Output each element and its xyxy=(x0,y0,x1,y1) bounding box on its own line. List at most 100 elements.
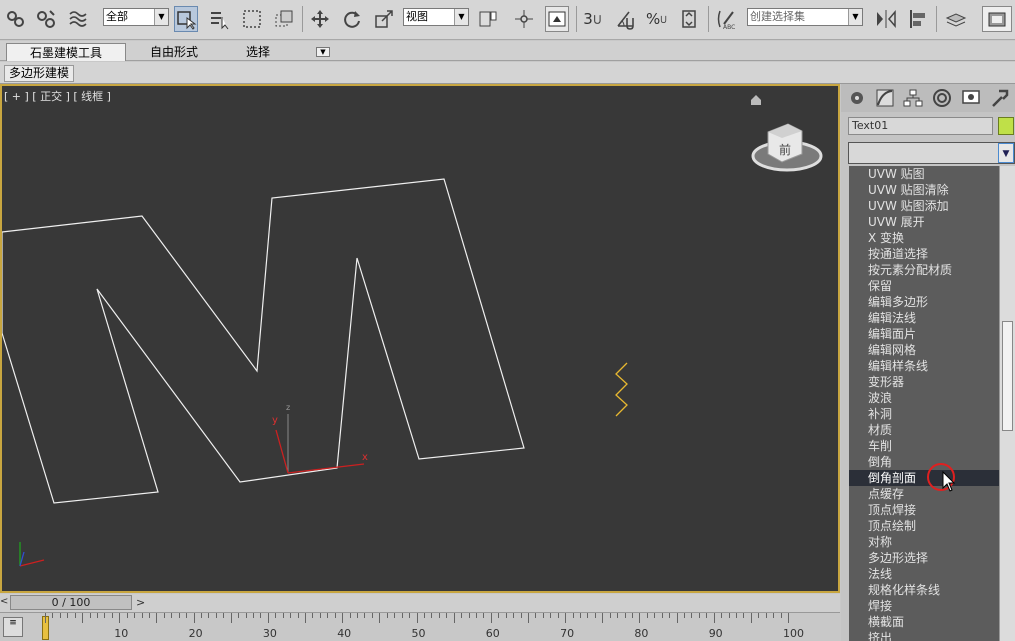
tab-selection[interactable]: 选择 xyxy=(232,43,284,61)
modifier-list-item[interactable]: 材质 xyxy=(849,422,999,438)
modifier-list-item[interactable]: 点缓存 xyxy=(849,486,999,502)
modifier-list: UVW 贴图 UVW 贴图清除 UVW 贴图添加 UVW 展开 X 变换 按通道选择 按元素… xyxy=(849,166,999,641)
rotate-icon[interactable] xyxy=(340,6,364,32)
track-tick xyxy=(483,613,485,618)
track-bar[interactable]: ≡ 10 20 30 40 50 60 70 80 90 100 xyxy=(0,612,840,641)
utilities-tab-icon[interactable] xyxy=(989,87,1011,109)
modifier-list-item[interactable]: UVW 贴图添加 xyxy=(849,198,999,214)
object-color-swatch[interactable] xyxy=(998,117,1014,135)
modifier-list-item[interactable]: 多边形选择 xyxy=(849,550,999,566)
mirror-icon[interactable] xyxy=(874,6,898,32)
modifier-list-item[interactable]: 法线 xyxy=(849,566,999,582)
angle-snap-icon[interactable] xyxy=(614,6,638,32)
modifier-list-item[interactable]: 变形器 xyxy=(849,374,999,390)
rect-selection-region-icon[interactable] xyxy=(240,6,264,32)
bind-spacewarp-icon[interactable] xyxy=(66,6,90,32)
named-selection-dropdown[interactable]: 创建选择集 ▼ xyxy=(747,8,863,26)
gizmo-z-label: z xyxy=(286,403,290,412)
scrollbar-thumb[interactable] xyxy=(1002,321,1013,431)
chevron-down-icon: ▼ xyxy=(154,9,168,25)
track-tick xyxy=(342,613,344,623)
select-by-name-icon[interactable] xyxy=(208,6,232,32)
align-icon[interactable] xyxy=(906,6,930,32)
window-crossing-icon[interactable] xyxy=(272,6,296,32)
object-name-field[interactable]: Text01 xyxy=(848,117,993,135)
mini-curve-editor-icon[interactable]: ≡ xyxy=(3,617,23,637)
modifier-list-item[interactable]: 编辑网格 xyxy=(849,342,999,358)
move-icon[interactable] xyxy=(308,6,332,32)
track-tick xyxy=(431,613,433,618)
modifier-list-item[interactable]: 补洞 xyxy=(849,406,999,422)
front-viewport[interactable]: [ + ] [ 正交 ] [ 线框 ] x y z 前 xyxy=(0,84,840,593)
track-tick xyxy=(587,613,589,618)
modifier-list-item[interactable]: 倒角 xyxy=(849,454,999,470)
modifier-list-item[interactable]: 编辑多边形 xyxy=(849,294,999,310)
display-tab-icon[interactable] xyxy=(960,87,982,109)
prev-frame-button[interactable]: < xyxy=(0,596,8,607)
ribbon-expand-button[interactable]: ▼ xyxy=(316,47,330,57)
select-manipulate-icon[interactable] xyxy=(512,6,536,32)
modifier-list-item[interactable]: 编辑样条线 xyxy=(849,358,999,374)
polygon-modeling-panel[interactable]: 多边形建模 xyxy=(4,65,75,82)
modifier-list-item[interactable]: UVW 贴图 xyxy=(849,166,999,182)
keyboard-shortcut-override-icon[interactable] xyxy=(545,6,569,32)
track-tick xyxy=(141,613,143,618)
track-tick xyxy=(201,613,203,618)
modifier-list-dropdown[interactable]: ▼ xyxy=(848,142,1015,164)
ribbon-panel-bar: 多边形建模 xyxy=(0,62,1015,84)
modifier-list-item[interactable]: UVW 展开 xyxy=(849,214,999,230)
modifier-list-item[interactable]: 按通道选择 xyxy=(849,246,999,262)
modifier-list-item[interactable]: 倒角剖面 xyxy=(849,470,999,486)
graphite-toggle-icon[interactable] xyxy=(982,6,1012,32)
modifier-list-item[interactable]: 顶点焊接 xyxy=(849,502,999,518)
tab-graphite-modeling[interactable]: 石墨建模工具 xyxy=(6,43,126,61)
modifier-list-item[interactable]: 横截面 xyxy=(849,614,999,630)
modifier-list-item[interactable]: 编辑法线 xyxy=(849,310,999,326)
modifier-list-item[interactable]: UVW 贴图清除 xyxy=(849,182,999,198)
link-icon[interactable] xyxy=(4,6,28,32)
create-tab-icon[interactable] xyxy=(846,87,868,109)
modifier-list-item[interactable]: 按元素分配材质 xyxy=(849,262,999,278)
track-tick xyxy=(765,613,767,618)
time-slider[interactable]: 0 / 100 xyxy=(10,595,132,610)
modifier-list-item[interactable]: 保留 xyxy=(849,278,999,294)
track-tick xyxy=(327,613,329,618)
track-tick xyxy=(134,613,136,618)
snap-toggle-icon[interactable]: 3 xyxy=(582,6,606,32)
layer-manager-icon[interactable] xyxy=(944,6,968,32)
modifier-list-item[interactable]: 挤出 xyxy=(849,630,999,641)
motion-tab-icon[interactable] xyxy=(931,87,953,109)
unlink-icon[interactable] xyxy=(34,6,58,32)
spinner-snap-icon[interactable] xyxy=(678,6,702,32)
track-tick xyxy=(735,613,737,618)
modifier-list-item[interactable]: 车削 xyxy=(849,438,999,454)
tab-freeform[interactable]: 自由形式 xyxy=(138,43,210,61)
track-tick xyxy=(520,613,522,618)
selection-filter-dropdown[interactable]: 全部 ▼ xyxy=(103,8,169,26)
percent-snap-icon[interactable]: % xyxy=(646,6,670,32)
modifier-list-item[interactable]: 编辑面片 xyxy=(849,326,999,342)
track-tick xyxy=(788,613,789,623)
world-axis-tripod xyxy=(19,542,45,567)
next-frame-button[interactable]: > xyxy=(136,596,145,609)
edit-named-selection-icon[interactable]: ABC xyxy=(714,6,738,32)
modify-tab-icon[interactable] xyxy=(874,87,896,109)
track-tick xyxy=(743,613,745,618)
modifier-list-item[interactable]: 波浪 xyxy=(849,390,999,406)
select-object-button[interactable] xyxy=(174,6,198,32)
modifier-list-scrollbar[interactable] xyxy=(999,166,1015,641)
track-tick xyxy=(513,613,515,618)
scale-icon[interactable] xyxy=(372,6,396,32)
track-tick xyxy=(357,613,359,618)
modifier-list-item[interactable]: X 变换 xyxy=(849,230,999,246)
modifier-list-item[interactable]: 焊接 xyxy=(849,598,999,614)
snap-label: 3 xyxy=(583,10,593,28)
hierarchy-tab-icon[interactable] xyxy=(902,87,924,109)
modifier-list-item[interactable]: 规格化样条线 xyxy=(849,582,999,598)
modifier-list-item[interactable]: 对称 xyxy=(849,534,999,550)
track-tick-label: 70 xyxy=(560,627,575,640)
toolbar-divider xyxy=(708,6,709,32)
modifier-list-item[interactable]: 顶点绘制 xyxy=(849,518,999,534)
ref-coord-dropdown[interactable]: 视图 ▼ xyxy=(403,8,469,26)
pivot-center-icon[interactable] xyxy=(476,6,500,32)
